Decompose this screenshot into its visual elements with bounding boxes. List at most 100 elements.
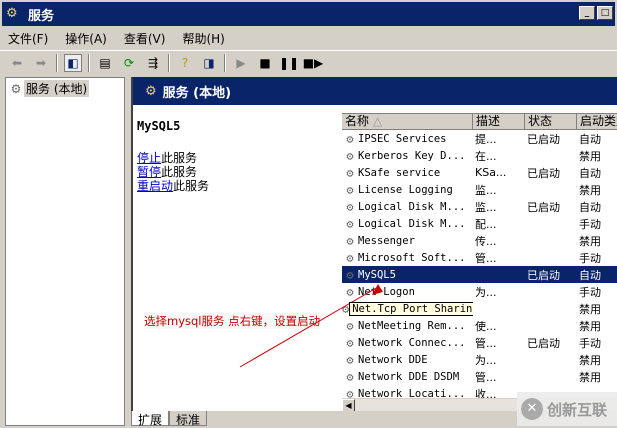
service-row[interactable]: ⚙ Network Connec... 管... 已启动 手动 bbox=[342, 334, 617, 351]
service-name: ⚙ Network Connec... bbox=[342, 336, 473, 350]
service-description: 使... bbox=[475, 319, 497, 333]
service-startup-type: 自动 bbox=[579, 200, 601, 214]
column-startup-type[interactable]: 启动类型 bbox=[577, 114, 617, 130]
service-row[interactable]: ⚙ IPSEC Services 提... 已启动 自动 bbox=[342, 130, 617, 147]
show-hide-tree-icon[interactable]: ◧ bbox=[64, 53, 82, 72]
service-row[interactable]: ⚙Net.Tcp Port Sharing Service 禁用 bbox=[342, 300, 617, 317]
service-description: KSa... bbox=[475, 166, 507, 179]
service-gear-icon: ⚙ bbox=[346, 216, 354, 231]
service-name: ⚙ Network DDE DSDM bbox=[342, 370, 473, 384]
service-row[interactable]: ⚙ License Logging 监... 禁用 bbox=[342, 181, 617, 198]
toolbar: ⬅ ➡ ◧ ▤ ⟳ ⇶ ? ◨ ▶ ■ ❚❚ ■▶ bbox=[0, 50, 617, 74]
service-startup-type: 禁用 bbox=[579, 319, 601, 333]
service-startup-type: 自动 bbox=[579, 166, 601, 180]
stop-service-link[interactable]: 停止 bbox=[137, 151, 161, 165]
start-icon[interactable]: ▶ bbox=[232, 54, 250, 72]
tree-item-label: 服务 (本地) bbox=[24, 80, 90, 97]
service-row[interactable]: ⚙ Network DDE 为... 禁用 bbox=[342, 351, 617, 368]
tree-item-services-local[interactable]: ⚙ 服务 (本地) bbox=[6, 78, 124, 99]
service-name: ⚙ Kerberos Key D... bbox=[342, 149, 473, 163]
separator bbox=[88, 53, 90, 72]
restart-service-link[interactable]: 重启动 bbox=[137, 179, 173, 193]
selected-service-name: MySQL5 bbox=[137, 119, 181, 133]
service-gear-icon: ⚙ bbox=[342, 301, 350, 316]
column-description[interactable]: 描述 bbox=[473, 114, 525, 130]
service-gear-icon: ⚙ bbox=[346, 318, 354, 333]
service-startup-type: 手动 bbox=[579, 251, 601, 265]
console-tree: ⚙ 服务 (本地) bbox=[5, 77, 125, 426]
title-bar: ⚙ 服务 _ □ bbox=[0, 0, 617, 26]
maximize-button[interactable]: □ bbox=[597, 6, 613, 20]
service-status: 已启动 bbox=[527, 200, 560, 214]
menu-bar: 文件(F) 操作(A) 查看(V) 帮助(H) bbox=[0, 27, 617, 49]
service-gear-icon: ⚙ bbox=[346, 148, 354, 163]
pause-icon[interactable]: ❚❚ bbox=[279, 54, 299, 72]
action-text: 此服务 bbox=[161, 151, 198, 165]
column-name[interactable]: 名称 △ bbox=[342, 114, 473, 130]
restart-icon[interactable]: ■▶ bbox=[303, 54, 324, 72]
refresh-icon[interactable]: ⟳ bbox=[120, 54, 138, 72]
service-status: 已启动 bbox=[527, 132, 560, 146]
service-row[interactable]: ⚙ KSafe service KSa... 已启动 自动 bbox=[342, 164, 617, 181]
service-startup-type: 手动 bbox=[579, 285, 601, 299]
menu-help[interactable]: 帮助(H) bbox=[182, 30, 224, 47]
service-row[interactable]: ⚙ Logical Disk M... 配... 手动 bbox=[342, 215, 617, 232]
service-row[interactable]: ⚙ NetMeeting Rem... 使... 禁用 bbox=[342, 317, 617, 334]
service-startup-type: 手动 bbox=[579, 217, 601, 231]
extended-description: MySQL5 停止此服务 暂停此服务 重启动此服务 bbox=[137, 119, 337, 193]
service-row[interactable]: ⚙ Microsoft Soft... 管... 手动 bbox=[342, 249, 617, 266]
service-startup-type: 禁用 bbox=[579, 234, 601, 248]
service-gear-icon: ⚙ bbox=[346, 335, 354, 350]
service-startup-type: 手动 bbox=[579, 336, 601, 350]
properties-icon[interactable]: ▤ bbox=[96, 54, 114, 72]
service-description: 为... bbox=[475, 353, 497, 367]
service-description: 管... bbox=[475, 251, 497, 265]
forward-icon[interactable]: ➡ bbox=[32, 54, 50, 72]
service-startup-type: 禁用 bbox=[579, 183, 601, 197]
separator bbox=[168, 53, 170, 72]
watermark-logo: ✕ 创新互联 bbox=[517, 392, 617, 426]
action-text: 此服务 bbox=[173, 179, 210, 193]
service-name: ⚙ Messenger bbox=[342, 234, 473, 248]
column-status[interactable]: 状态 bbox=[525, 114, 577, 130]
service-row[interactable]: ⚙ Kerberos Key D... 在... 禁用 bbox=[342, 147, 617, 164]
service-row[interactable]: ⚙ Network DDE DSDM 管... 禁用 bbox=[342, 368, 617, 385]
tab-extended[interactable]: 扩展 bbox=[131, 411, 170, 427]
tab-standard[interactable]: 标准 bbox=[169, 411, 208, 427]
menu-view[interactable]: 查看(V) bbox=[124, 30, 166, 47]
services-gear-icon: ⚙ bbox=[145, 83, 157, 99]
service-gear-icon: ⚙ bbox=[346, 250, 354, 265]
export-list-icon[interactable]: ⇶ bbox=[144, 54, 162, 72]
service-name: ⚙ Logical Disk M... bbox=[342, 200, 473, 214]
service-gear-icon: ⚙ bbox=[346, 267, 354, 282]
service-startup-type: 禁用 bbox=[579, 353, 601, 367]
service-startup-type: 禁用 bbox=[579, 149, 601, 163]
back-icon[interactable]: ⬅ bbox=[8, 54, 26, 72]
service-description: 配... bbox=[475, 217, 497, 231]
window-title: 服务 bbox=[28, 8, 55, 24]
service-status: 已启动 bbox=[525, 266, 577, 283]
service-gear-icon: ⚙ bbox=[346, 352, 354, 367]
service-gear-icon: ⚙ bbox=[346, 284, 354, 299]
service-name: ⚙ Net Logon bbox=[342, 285, 473, 299]
pause-service-link[interactable]: 暂停 bbox=[137, 165, 161, 179]
pane-title: 服务 (本地) bbox=[162, 85, 232, 101]
service-row[interactable]: ⚙ Net Logon 为... 手动 bbox=[342, 283, 617, 300]
minimize-button[interactable]: _ bbox=[579, 6, 595, 20]
services-gear-icon: ⚙ bbox=[10, 81, 22, 96]
menu-action[interactable]: 操作(A) bbox=[65, 30, 107, 47]
list-header: 名称 △ 描述 状态 启动类型 bbox=[342, 114, 617, 130]
service-description: 为... bbox=[475, 285, 497, 299]
service-row[interactable]: ⚙ Messenger 传... 禁用 bbox=[342, 232, 617, 249]
services-gear-icon: ⚙ bbox=[6, 6, 18, 21]
pane-header: ⚙ 服务 (本地) bbox=[133, 77, 617, 105]
service-gear-icon: ⚙ bbox=[346, 131, 354, 146]
service-row[interactable]: ⚙ MySQL5 已启动 自动 bbox=[342, 266, 617, 283]
action-text: 此服务 bbox=[161, 165, 198, 179]
stop-icon[interactable]: ■ bbox=[256, 54, 274, 72]
show-action-pane-icon[interactable]: ◨ bbox=[200, 54, 218, 72]
menu-file[interactable]: 文件(F) bbox=[8, 30, 48, 47]
help-icon[interactable]: ? bbox=[176, 54, 194, 72]
service-description: 管... bbox=[475, 370, 497, 384]
service-row[interactable]: ⚙ Logical Disk M... 监... 已启动 自动 bbox=[342, 198, 617, 215]
